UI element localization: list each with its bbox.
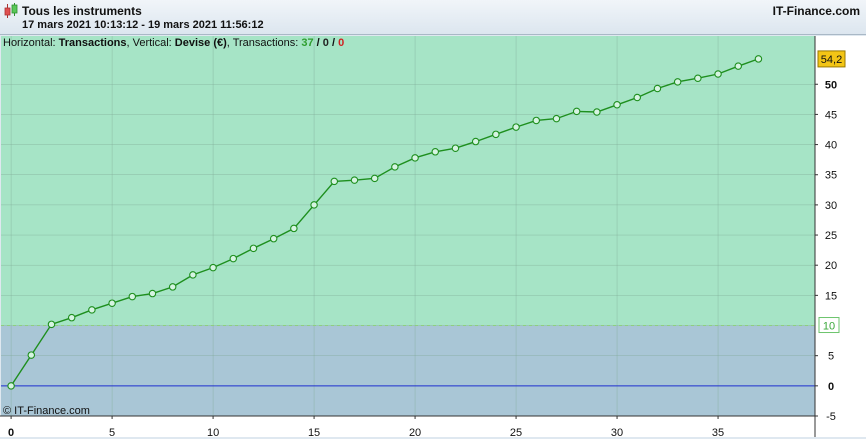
data-point (7, 382, 15, 390)
data-point (593, 108, 601, 116)
x-axis-panel (0, 416, 815, 437)
data-point (552, 114, 561, 123)
vertical-label: , Vertical: (127, 37, 175, 49)
y-tick-label: 15 (825, 290, 837, 302)
sep-2: / (329, 37, 338, 49)
watermark: © IT-Finance.com (3, 405, 90, 417)
data-point (67, 313, 76, 322)
x-tick-label: 15 (308, 427, 320, 439)
data-point (88, 306, 96, 314)
data-point (370, 174, 379, 183)
y-tick-label: 25 (825, 230, 837, 242)
info-bar: Horizontal: Transactions, Vertical: Devi… (3, 37, 344, 49)
vertical-value: Devise (€) (175, 37, 227, 49)
data-point (249, 244, 258, 253)
data-point (108, 299, 116, 307)
data-point (128, 292, 137, 301)
data-point (451, 144, 460, 152)
x-tick-label: 35 (712, 427, 724, 439)
x-axis: 0 5 10 15 20 25 30 35 (0, 415, 815, 439)
horizontal-label: Horizontal: (3, 37, 59, 49)
data-point (653, 84, 662, 93)
data-point (269, 234, 278, 243)
data-point (471, 137, 480, 146)
y-axis-panel (815, 36, 866, 437)
data-point (411, 154, 419, 162)
below-threshold-band (1, 325, 815, 416)
data-point (168, 283, 177, 291)
data-point (673, 78, 682, 86)
y-tick-label: 50 (825, 79, 837, 91)
data-point (613, 101, 621, 109)
y-tick-label: 20 (825, 260, 837, 272)
x-tick-label: 20 (409, 427, 421, 439)
y-tick-label: 35 (825, 170, 837, 182)
transactions-total: 37 (301, 37, 313, 49)
y-tick-label: -5 (826, 411, 836, 423)
data-point (734, 62, 742, 70)
data-point (209, 263, 217, 272)
y-tick-label: 40 (825, 140, 837, 152)
data-point (350, 176, 359, 184)
y-tick-label: 0 (828, 381, 834, 393)
data-point (391, 163, 399, 171)
last-value-badge: 54,2 (817, 50, 846, 68)
x-tick-label: 5 (109, 427, 115, 439)
last-value-label: 54,2 (821, 54, 842, 66)
threshold-badge: 10 (818, 317, 840, 334)
data-point (47, 320, 56, 329)
data-point (27, 351, 36, 359)
y-tick-label: 5 (828, 351, 834, 363)
data-point (148, 289, 157, 298)
x-tick-label: 30 (611, 427, 623, 439)
x-tick-label: 0 (8, 427, 14, 439)
x-tick-label: 25 (510, 427, 522, 439)
data-point (572, 107, 581, 116)
sep-1: / (314, 37, 323, 49)
transactions-label: , Transactions: (227, 37, 302, 49)
y-axis: -5 0 5 15 20 25 30 35 40 45 50 (814, 36, 866, 437)
y-tick-label: 30 (825, 200, 837, 212)
horizontal-value: Transactions (59, 37, 127, 49)
data-point (431, 148, 440, 156)
data-point (310, 201, 318, 209)
chart-canvas: 0 5 10 15 20 25 30 35 -5 0 5 15 20 25 30 35 40 45 50 10 5… (0, 36, 866, 439)
x-tick-label: 10 (207, 427, 219, 439)
data-point (512, 123, 520, 131)
data-point (492, 130, 500, 139)
data-point (754, 55, 763, 63)
data-point (330, 177, 339, 186)
data-point (694, 74, 702, 82)
data-point (714, 70, 722, 78)
data-point (633, 93, 642, 102)
threshold-label: 10 (823, 321, 835, 333)
plot-area (1, 36, 815, 417)
data-point (189, 271, 197, 279)
y-tick-label: 45 (825, 109, 837, 121)
data-point (290, 224, 298, 233)
data-point (229, 254, 238, 263)
data-point (532, 116, 541, 125)
transactions-negative: 0 (338, 37, 344, 49)
